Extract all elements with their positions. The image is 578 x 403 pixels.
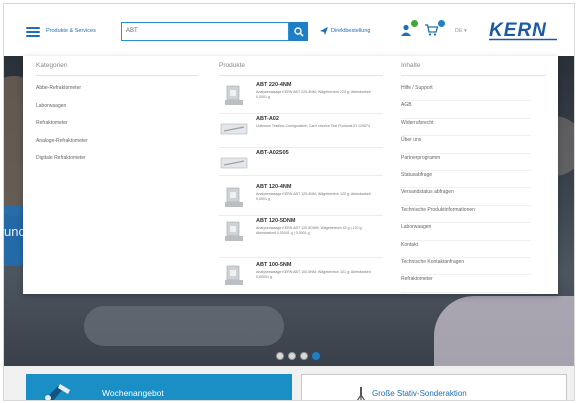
direct-order-label: Direktbestellung (331, 28, 371, 34)
product-description: Analysenwaage KERN ABT 120-5DNM; Wägeber… (256, 226, 363, 235)
product-name: ABT-A02S05 (256, 150, 289, 156)
products-heading: Produkte (219, 62, 246, 69)
categories-heading: Kategorien (36, 62, 68, 69)
svg-text:KERN: KERN (489, 20, 547, 41)
cart-count-badge (438, 20, 445, 27)
language-label: DE (455, 28, 463, 34)
analytical-balance-icon (219, 219, 249, 243)
testbox-icon (219, 151, 249, 175)
site-header: Produkte & Services ABT Direktbestellung (4, 4, 574, 56)
product-name: ABT 100-5NM (256, 262, 292, 268)
browser-page: unc Wochenangebot Große Stativ-Sonderakt… (3, 3, 575, 401)
divider (36, 75, 198, 76)
divider (401, 75, 546, 76)
product-name: ABT 120-4NM (256, 184, 292, 190)
divider (219, 175, 383, 176)
analytical-balance-icon (219, 185, 249, 209)
testbox-icon (219, 117, 249, 141)
content-link[interactable]: Laborwaagen (401, 223, 531, 241)
category-list: Abbe-Refraktometer Laborwaagen Refraktom… (36, 84, 88, 172)
content-link[interactable]: AGB (401, 101, 531, 119)
content-link[interactable]: Technische Produktinformationen (401, 206, 531, 224)
cart-icon (425, 24, 439, 36)
divider (219, 75, 383, 76)
category-item[interactable]: Analoge-Refraktometer (36, 137, 88, 155)
analytical-balance-icon (219, 263, 249, 287)
search-input[interactable]: ABT (121, 22, 289, 41)
category-item[interactable]: Laborwaagen (36, 102, 88, 120)
language-selector[interactable]: DE ▾ (455, 28, 467, 34)
account-button[interactable] (400, 20, 418, 37)
product-name: ABT-A02 (256, 116, 279, 122)
product-description: Unknown Testbox-Configuration; Can't res… (256, 124, 371, 128)
content-link[interactable]: Technische Kontaktanfragen (401, 258, 531, 276)
contents-heading: Inhalte (401, 62, 421, 69)
content-link[interactable]: Statusabfrage (401, 171, 531, 189)
content-link[interactable]: Versandstatus abfragen (401, 188, 531, 206)
paper-plane-icon (320, 27, 328, 35)
category-item[interactable]: Abbe-Refraktometer (36, 84, 88, 102)
product-suggestion[interactable]: ABT 220-4NM Analysenwaage KERN ABT 220-4… (219, 80, 383, 114)
content-link[interactable]: Hilfe / Support (401, 84, 531, 102)
search-suggestions-dropdown: Kategorien Produkte Inhalte Abbe-Refrakt… (23, 56, 558, 294)
hamburger-menu-icon[interactable] (26, 27, 40, 37)
content-link[interactable]: Widerrufsrecht (401, 119, 531, 137)
hero-partial-text: unc (4, 224, 25, 239)
product-name: ABT 120-5DNM (256, 218, 296, 224)
slider-dot-1[interactable] (276, 352, 284, 360)
category-item[interactable]: Refraktometer (36, 119, 88, 137)
product-description: Analysenwaage KERN ABT 120-4NM; Wägebere… (256, 192, 371, 201)
products-services-menu[interactable]: Produkte & Services (46, 28, 96, 34)
weekly-offer-label: Wochenangebot (102, 388, 164, 398)
product-suggestion[interactable]: ABT-A02S05 (219, 148, 383, 176)
direct-order-link[interactable]: Direktbestellung (320, 27, 370, 35)
content-link[interactable]: Über uns (401, 136, 531, 154)
teaser-band: Wochenangebot Große Stativ-Sonderaktion (4, 366, 574, 400)
sale-tile[interactable]: Große Stativ-Sonderaktion (301, 374, 567, 400)
weekly-offer-tile[interactable]: Wochenangebot (26, 374, 292, 400)
cart-button[interactable] (425, 20, 445, 37)
user-icon (401, 24, 411, 36)
slider-dots (276, 352, 320, 360)
hero-image-shape (84, 306, 284, 346)
content-link[interactable]: Refraktometer (401, 275, 531, 293)
divider (219, 257, 383, 258)
product-name: ABT 220-4NM (256, 82, 292, 88)
product-suggestion[interactable]: ABT 120-5DNM Analysenwaage KERN ABT 120-… (219, 216, 383, 258)
content-link[interactable]: Kontakt (401, 241, 531, 258)
search-button[interactable] (289, 22, 308, 41)
product-suggestion[interactable]: ABT 120-4NM Analysenwaage KERN ABT 120-4… (219, 182, 383, 216)
search-icon (293, 26, 304, 37)
microscope-icon (44, 384, 70, 400)
slider-dot-2[interactable] (288, 352, 296, 360)
search-input-value: ABT (126, 28, 138, 34)
analytical-balance-icon (219, 83, 249, 107)
slider-dot-4[interactable] (312, 352, 320, 360)
content-list: Hilfe / Support AGB Widerrufsrecht Über … (401, 84, 531, 293)
tripod-icon (356, 387, 366, 400)
product-suggestion[interactable]: ABT 100-5NM Analysenwaage KERN ABT 100-5… (219, 260, 383, 294)
sale-label: Große Stativ-Sonderaktion (372, 389, 467, 398)
category-item[interactable]: Digitale Refraktometer (36, 154, 88, 172)
account-status-badge (411, 20, 418, 27)
kern-logo[interactable]: KERN (487, 18, 559, 42)
slider-dot-3[interactable] (300, 352, 308, 360)
product-description: Analysenwaage KERN ABT 220-4NM; Wägebere… (256, 90, 371, 99)
hero-image-shape (434, 296, 574, 366)
product-description: Analysenwaage KERN ABT 100-5NM; Wägebere… (256, 270, 371, 279)
product-suggestion[interactable]: ABT-A02 Unknown Testbox-Configuration; C… (219, 114, 383, 148)
content-link[interactable]: Partnerprogramm (401, 154, 531, 171)
